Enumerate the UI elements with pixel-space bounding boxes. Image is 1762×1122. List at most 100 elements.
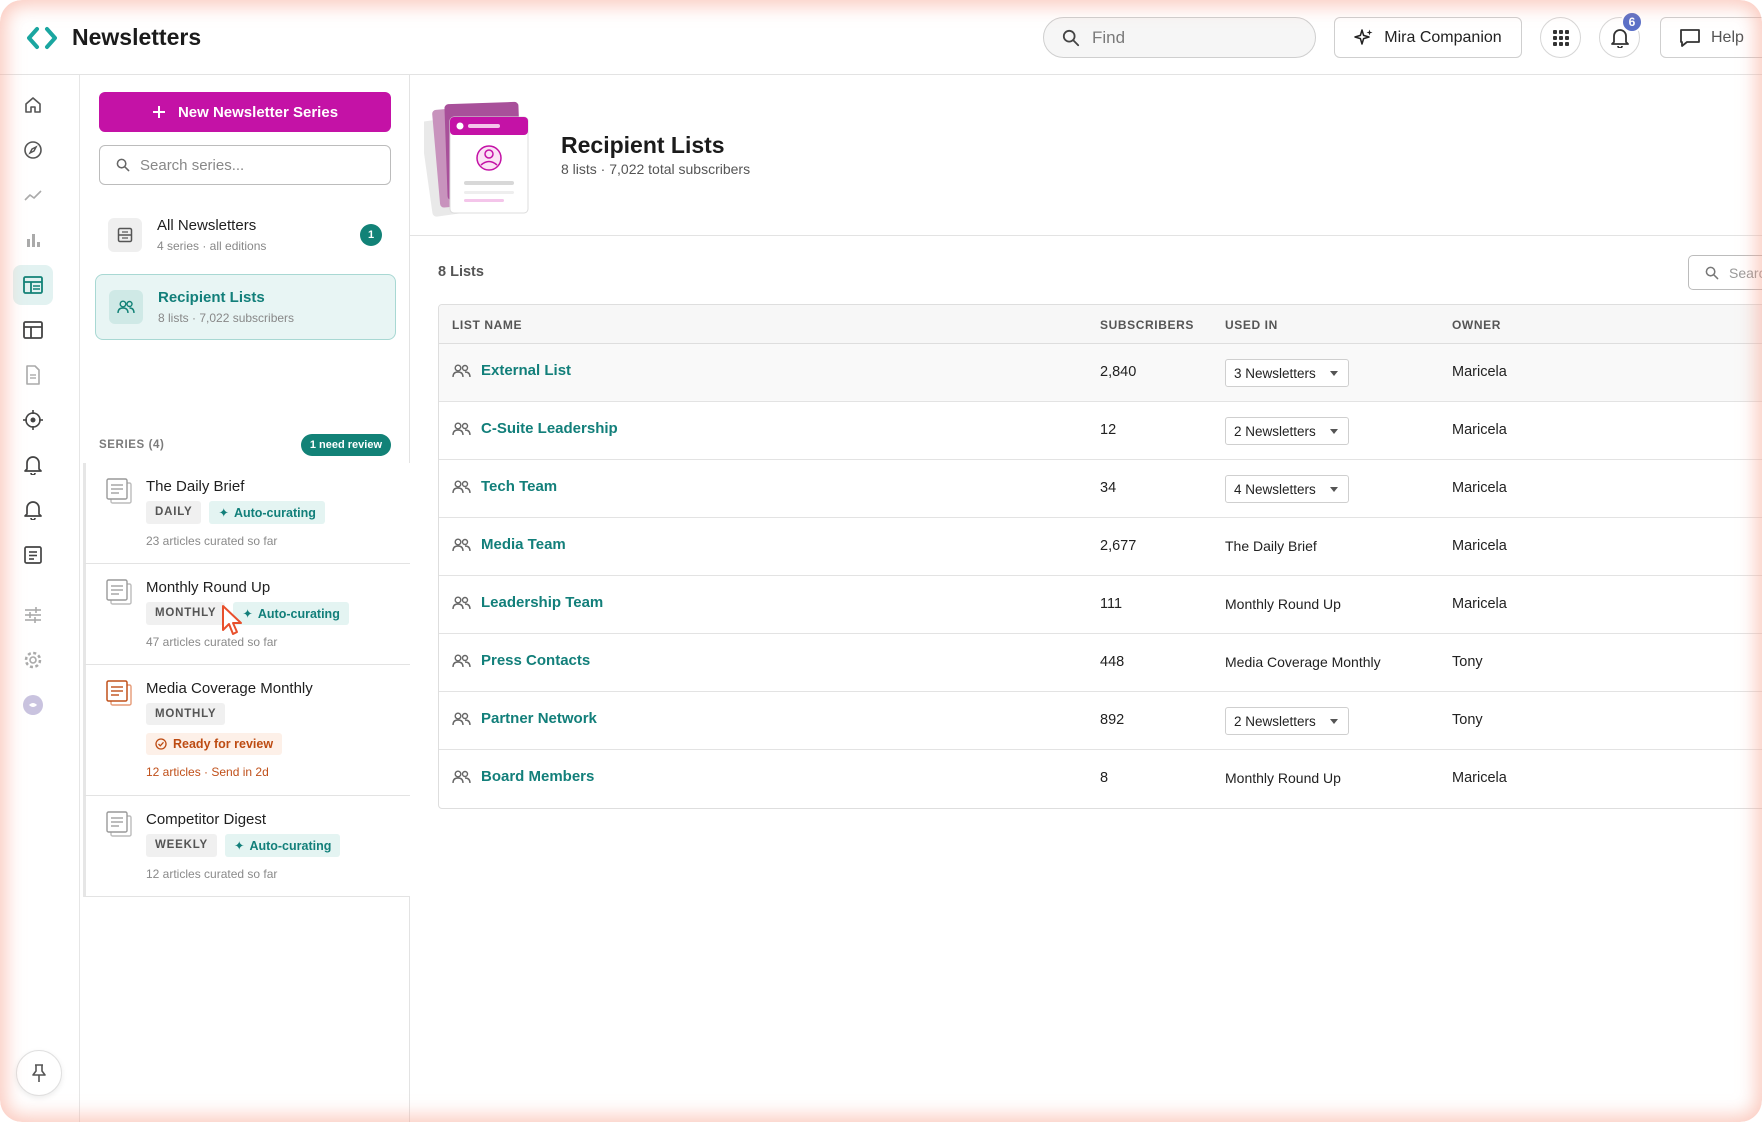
subscriber-count: 12 (1100, 422, 1117, 438)
logo-icon (27, 26, 57, 49)
bar-chart-icon (27, 234, 40, 247)
nav-all-newsletters-title: All Newsletters (157, 217, 257, 234)
rail-settings[interactable] (13, 640, 53, 680)
rail-analytics[interactable] (13, 220, 53, 260)
series-meta: 47 articles curated so far (146, 635, 278, 649)
table-row[interactable]: Media Team 2,677 The Daily Brief Maricela (439, 518, 1762, 576)
report-icon (24, 546, 42, 564)
list-name-link[interactable]: Partner Network (452, 710, 597, 727)
people-icon (452, 712, 471, 725)
subscriber-count: 111 (1100, 596, 1123, 612)
series-meta: 23 articles curated so far (146, 534, 278, 548)
help-button[interactable]: Help (1660, 17, 1762, 58)
nav-recipient-lists[interactable]: Recipient Lists 8 lists · 7,022 subscrib… (95, 274, 396, 340)
owner-name: Tony (1452, 712, 1483, 728)
need-review-badge[interactable]: 1 need review (300, 434, 391, 456)
table-row[interactable]: Tech Team 34 4 Newsletters Maricela (439, 460, 1762, 518)
frequency-tag: MONTHLY (146, 602, 226, 625)
used-in-value: 3 Newsletters (1234, 365, 1316, 381)
used-in-dropdown[interactable]: 3 Newsletters (1225, 359, 1349, 387)
rail-documents[interactable] (13, 355, 53, 395)
series-title: The Daily Brief (146, 478, 245, 495)
column-header-used-in[interactable]: USED IN (1225, 318, 1278, 332)
list-search-input[interactable]: Search (1688, 255, 1762, 290)
rail-trends[interactable] (13, 175, 53, 215)
list-name-link[interactable]: Press Contacts (452, 652, 590, 669)
series-item-competitor-digest[interactable]: Competitor Digest WEEKLY ✦ Auto-curating … (83, 796, 410, 897)
rail-home[interactable] (13, 85, 53, 125)
table-row[interactable]: Leadership Team 111 Monthly Round Up Marice… (439, 576, 1762, 634)
recipient-lists-table: LIST NAME SUBSCRIBERS USED IN OWNER Exte… (438, 304, 1762, 809)
table-row[interactable]: Board Members 8 Monthly Round Up Maricela (439, 750, 1762, 808)
status-tag-label: Auto-curating (249, 838, 332, 853)
used-in-dropdown[interactable]: 4 Newsletters (1225, 475, 1349, 503)
people-icon (452, 770, 471, 783)
series-item-media-coverage-monthly[interactable]: Media Coverage Monthly MONTHLY Ready for… (83, 665, 410, 796)
series-item-daily-brief[interactable]: The Daily Brief DAILY ✦ Auto-curating 23 … (83, 463, 410, 564)
owner-name: Maricela (1452, 364, 1507, 380)
frequency-tag: WEEKLY (146, 834, 217, 857)
status-tag-label: Auto-curating (257, 606, 340, 621)
pin-button[interactable] (16, 1050, 62, 1096)
rail-explore[interactable] (13, 130, 53, 170)
list-name: Leadership Team (481, 594, 604, 611)
series-item-monthly-round-up[interactable]: Monthly Round Up MONTHLY ✦ Auto-curating … (83, 564, 410, 665)
list-name-link[interactable]: Board Members (452, 768, 594, 785)
rail-profile[interactable] (13, 685, 53, 725)
people-icon (452, 596, 471, 609)
nav-all-newsletters[interactable]: All Newsletters 4 series · all editions … (95, 202, 396, 268)
used-in-dropdown[interactable]: 2 Newsletters (1225, 707, 1349, 735)
column-header-owner[interactable]: OWNER (1452, 318, 1501, 332)
owner-name: Maricela (1452, 770, 1507, 786)
search-icon (1705, 266, 1719, 279)
list-name-link[interactable]: Tech Team (452, 478, 557, 495)
used-in-dropdown[interactable]: 2 Newsletters (1225, 417, 1349, 445)
rail-layouts[interactable] (13, 310, 53, 350)
find-placeholder: Find (1092, 27, 1126, 47)
subscriber-count: 448 (1100, 654, 1125, 670)
mira-companion-button[interactable]: Mira Companion (1334, 17, 1522, 58)
column-header-subscribers[interactable]: SUBSCRIBERS (1100, 318, 1194, 332)
table-row[interactable]: External List 2,840 3 Newsletters Maricela (439, 344, 1762, 402)
people-icon (452, 422, 471, 435)
check-circle-icon (155, 738, 167, 750)
series-search-input[interactable]: Search series... (99, 145, 391, 185)
ready-for-review-tag: Ready for review (146, 733, 283, 755)
rail-monitoring[interactable] (13, 400, 53, 440)
series-title: Competitor Digest (146, 811, 267, 828)
sparkle-icon (1354, 28, 1373, 45)
notifications-button[interactable]: 6 (1599, 11, 1643, 58)
lists-count-label: 8 Lists (438, 264, 484, 280)
subscriber-count: 2,840 (1100, 364, 1137, 380)
table-row[interactable]: Partner Network 892 2 Newsletters Tony (439, 692, 1762, 750)
main-content: Recipient Lists 8 lists · 7,022 total su… (410, 75, 1762, 1122)
compass-icon (24, 141, 42, 159)
rail-filters[interactable] (13, 595, 53, 635)
page-header: Recipient Lists 8 lists · 7,022 total su… (410, 75, 1762, 236)
target-icon (23, 410, 43, 430)
list-name-link[interactable]: Leadership Team (452, 594, 603, 611)
apps-grid-button[interactable] (1540, 17, 1581, 58)
rail-newsletters[interactable] (13, 265, 53, 305)
find-input[interactable]: Find (1043, 17, 1316, 58)
column-header-list-name[interactable]: LIST NAME (452, 318, 522, 332)
brand[interactable]: Newsletters (26, 24, 201, 51)
rail-reports[interactable] (13, 535, 53, 575)
people-icon (452, 654, 471, 667)
table-row[interactable]: C-Suite Leadership 12 2 Newsletters Maricel… (439, 402, 1762, 460)
series-meta: 12 articles curated so far (146, 867, 278, 881)
rail-alerts[interactable] (13, 445, 53, 485)
bell-icon (24, 501, 42, 520)
list-name-link[interactable]: Media Team (452, 536, 566, 553)
list-name-link[interactable]: C-Suite Leadership (452, 420, 618, 437)
new-newsletter-series-button[interactable]: New Newsletter Series (99, 92, 391, 132)
caret-down-icon (1329, 486, 1338, 492)
table-row[interactable]: Press Contacts 448 Media Coverage Monthly T… (439, 634, 1762, 692)
frequency-tag: DAILY (146, 501, 202, 524)
series-meta: 12 articles · Send in 2d (146, 765, 269, 779)
list-name-link[interactable]: External List (452, 362, 571, 379)
status-tag: ✦ Auto-curating (209, 501, 325, 524)
list-name: Media Team (481, 536, 566, 553)
rail-notifications[interactable] (13, 490, 53, 530)
used-in-value: The Daily Brief (1225, 538, 1317, 554)
